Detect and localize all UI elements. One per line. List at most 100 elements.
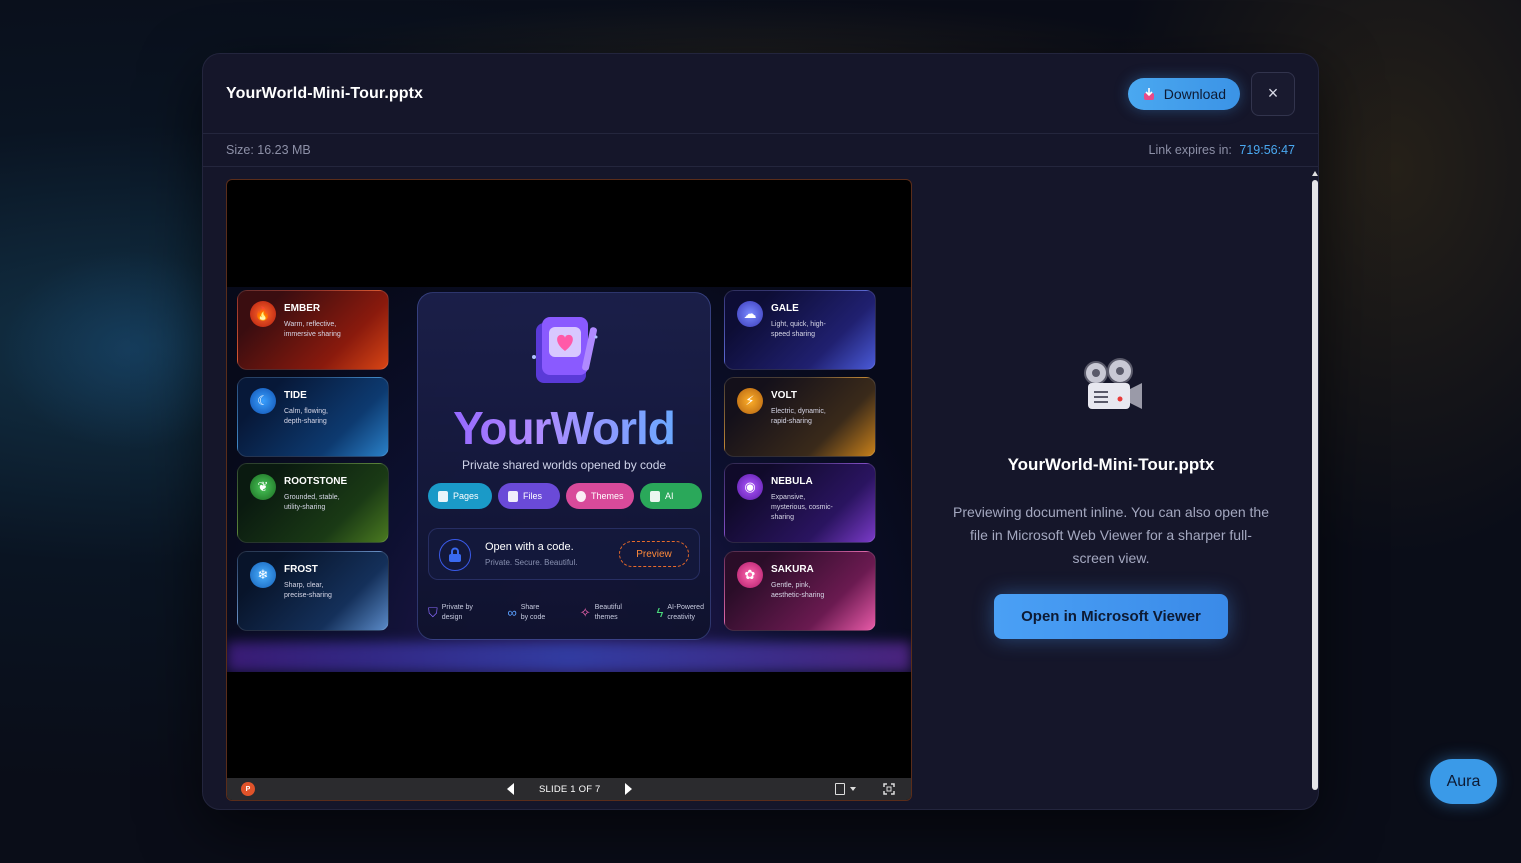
feature-line: design [441,614,463,621]
card-desc: Grounded, stable, utility-sharing [284,494,340,511]
sparkle-icon: ✧ [579,605,591,620]
open-code-box: Open with a code. Private. Secure. Beaut… [428,528,700,580]
expiry-time: 719:56:47 [1239,143,1295,157]
theme-card-nebula: ◉ NEBULA Expansive, mysterious, cosmic-s… [724,463,876,543]
powerpoint-icon: P [241,782,255,796]
download-label: Download [1163,85,1226,102]
theme-card-volt: ⚡ VOLT Electric, dynamic, rapid-sharing [724,377,876,457]
file-preview-modal: YourWorld-Mini-Tour.pptx Download × Size… [202,53,1319,810]
slide-horizon-glow [227,642,911,672]
snowflake-icon: ❄ [250,562,276,588]
blossom-icon: ✿ [737,562,763,588]
close-icon: × [1267,83,1279,103]
meta-bar: Size: 16.23 MB Link expires in: 719:56:4… [203,134,1318,167]
file-size: Size: 16.23 MB [226,143,311,157]
theme-card-gale: ☁ GALE Light, quick, high-speed sharing [724,290,876,370]
aura-assistant-button[interactable]: Aura [1430,759,1497,804]
viewer-toolbar: P SLIDE 1 OF 7 [227,778,911,800]
card-title: EMBER [284,303,321,314]
theme-card-sakura: ✿ SAKURA Gentle, pink, aesthetic-sharing [724,551,876,631]
theme-card-ember: 🔥 EMBER Warm, reflective, immersive shar… [237,290,389,370]
chip-label: Pages [453,491,479,501]
planet-icon: ◉ [737,474,763,500]
link-expiry: Link expires in: 719:56:47 [1149,143,1295,157]
chip-ai: AI [640,483,702,509]
feature-line: Share [520,604,540,611]
previous-slide-icon[interactable] [507,783,514,795]
panel-description: Previewing document inline. You can also… [953,504,1269,566]
theme-card-rootstone: ❦ ROOTSTONE Grounded, stable, utility-sh… [237,463,389,543]
leaf-icon: ❦ [250,474,276,500]
bolt-icon: ϟ [656,605,664,620]
chevron-down-icon[interactable] [850,787,856,791]
open-code-title: Open with a code. [485,541,574,553]
card-title: TIDE [284,390,307,401]
file-icon [508,490,518,502]
robot-icon [650,490,660,502]
feature-chips: Pages Files Themes AI [428,483,702,509]
link-icon: ∞ [507,605,517,620]
card-desc: Light, quick, high-speed sharing [771,321,826,338]
card-title: VOLT [771,390,797,401]
slide-center-card: YourWorld Private shared worlds opened b… [417,292,711,640]
close-button[interactable]: × [1251,71,1295,116]
modal-content: 🔥 EMBER Warm, reflective, immersive shar… [203,168,1318,809]
scrollbar[interactable] [1311,168,1318,808]
feature-item: ϟ AI-Powered creativity [657,603,704,623]
card-desc: Expansive, mysterious, cosmic-sharing [771,494,833,521]
download-icon [1143,87,1154,100]
preview-pill: Preview [619,541,689,567]
feature-line: creativity [667,614,696,621]
notes-icon[interactable] [835,783,845,795]
chip-label: Themes [591,491,624,501]
fullscreen-icon[interactable] [883,783,895,795]
download-button[interactable]: Download [1127,77,1240,110]
file-title: YourWorld-Mini-Tour.pptx [226,84,424,102]
page-icon [438,490,448,502]
chip-themes: Themes [566,483,634,509]
card-title: SAKURA [771,564,814,575]
side-panel: YourWorld-Mini-Tour.pptx Previewing docu… [913,179,1309,801]
brand-title: YourWorld [418,401,710,455]
chip-label: Files [523,491,543,501]
card-title: GALE [771,303,799,314]
open-in-microsoft-viewer-button[interactable]: Open in Microsoft Viewer [994,594,1228,639]
card-desc: Sharp, clear, precise-sharing [284,582,332,599]
feature-item: ✧ Beautiful themes [580,603,622,623]
projector-icon [1084,358,1142,409]
open-code-subtitle: Private. Secure. Beautiful. [485,558,578,567]
brand-tagline: Private shared worlds opened by code [461,458,667,472]
card-desc: Electric, dynamic, rapid-sharing [771,408,826,425]
feature-line: themes [594,614,618,621]
theme-card-frost: ❄ FROST Sharp, clear, precise-sharing [237,551,389,631]
slide-counter: SLIDE 1 OF 7 [539,784,601,795]
feature-line: AI-Powered [667,604,704,611]
chip-pages: Pages [428,483,492,509]
feature-line: by code [520,614,546,621]
slide-preview: 🔥 EMBER Warm, reflective, immersive shar… [227,287,911,672]
chip-label: AI [665,491,674,501]
flame-icon: 🔥 [250,301,276,327]
card-desc: Calm, flowing, depth-sharing [284,408,328,425]
modal-header: YourWorld-Mini-Tour.pptx Download × [203,54,1318,134]
card-title: NEBULA [771,476,813,487]
cloud-icon: ☁ [737,301,763,327]
bolt-icon: ⚡ [737,388,763,414]
next-slide-icon[interactable] [625,783,632,795]
feature-item: ∞ Share by code [507,603,545,623]
book-heart-icon [532,317,598,383]
expiry-label: Link expires in: [1148,143,1232,157]
feature-line: Beautiful [594,604,622,611]
feature-list: ⛉ Private by design ∞ Share by code ✧ Beautif… [428,603,704,623]
lock-icon [439,539,471,571]
feature-item: ⛉ Private by design [428,603,473,623]
panel-file-title: YourWorld-Mini-Tour.pptx [1007,455,1215,474]
scroll-up-icon[interactable] [1312,171,1318,176]
feature-line: Private by [441,604,473,611]
scrollbar-thumb[interactable] [1312,180,1318,790]
shield-icon: ⛉ [428,605,438,620]
ppt-viewer[interactable]: 🔥 EMBER Warm, reflective, immersive shar… [226,179,912,801]
palette-icon [576,490,586,502]
card-title: ROOTSTONE [284,476,348,487]
wave-icon: ☾ [250,388,276,414]
